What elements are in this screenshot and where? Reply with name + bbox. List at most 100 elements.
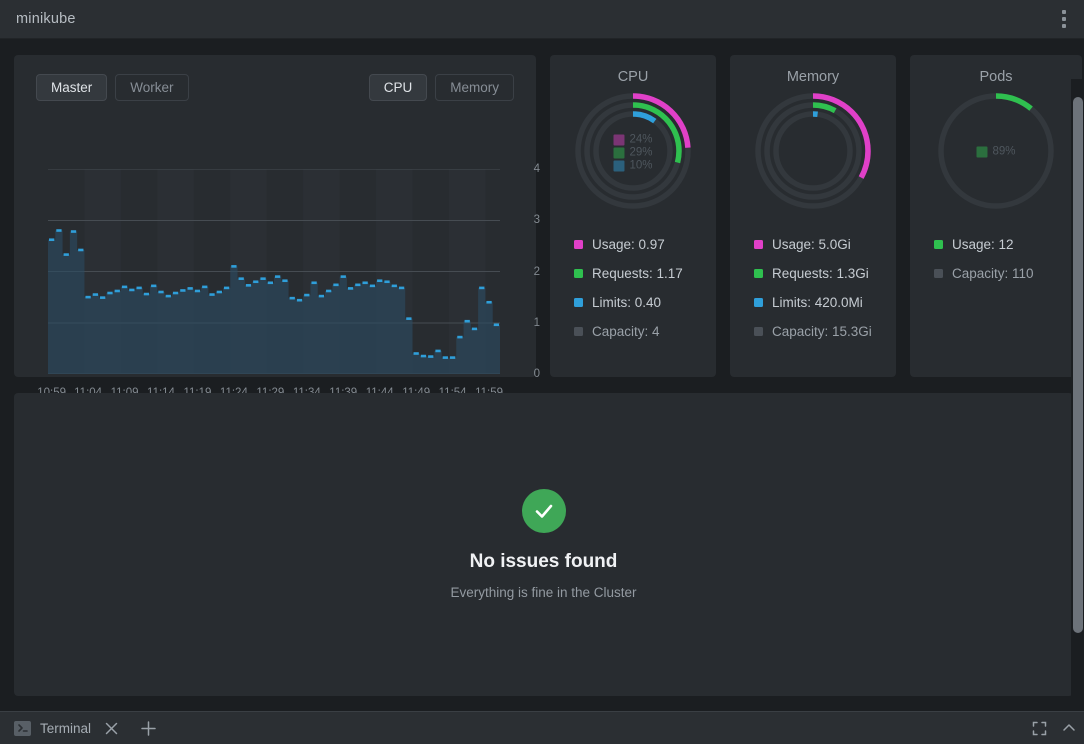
dashboard-content: Master Worker CPU Memory 01234 10:5911:0… (0, 39, 1084, 744)
metric-legend-row: Capacity: 15.3Gi (754, 324, 896, 339)
pods-donut-chart: 89% (936, 91, 1056, 211)
metric-legend-swatch (754, 298, 763, 307)
terminal-bar: Terminal (0, 711, 1084, 744)
close-glyph (105, 722, 117, 734)
metric-card-cpu: CPU 24% 29% 10% Usage: 0.97 Requests: 1.17 L… (550, 55, 716, 377)
plot-canvas (48, 169, 500, 374)
metric-legend-row: Requests: 1.17 (574, 266, 716, 281)
metric-legend-swatch (754, 327, 763, 336)
plot-y-tick: 0 (533, 368, 540, 380)
metric-legend-row: Requests: 1.3Gi (754, 266, 896, 281)
metric-legend-swatch (574, 298, 583, 307)
metric-legend-label: Limits: 0.40 (592, 295, 662, 310)
metric-legend-swatch (574, 240, 583, 249)
terminal-tab-label: Terminal (40, 720, 92, 736)
donut-inner-legend-row: 89% (976, 145, 1016, 158)
metric-legend-row: Usage: 0.97 (574, 237, 716, 252)
plot-y-tick: 4 (533, 163, 540, 175)
metric-type-button-cpu[interactable]: CPU (368, 73, 428, 101)
metric-legend-row: Usage: 5.0Gi (754, 237, 896, 252)
donut-inner-legend: 89% (976, 145, 1016, 158)
issues-title: No issues found (469, 551, 618, 572)
metric-legend-label: Limits: 420.0Mi (772, 295, 863, 310)
check-circle-icon (521, 489, 566, 533)
metric-legend-swatch (934, 269, 943, 278)
donut-svg (755, 93, 871, 209)
kebab-dot (1062, 17, 1066, 21)
window-titlebar: minikube (0, 0, 1084, 39)
metric-legend: Usage: 5.0Gi Requests: 1.3Gi Limits: 420.0… (730, 237, 896, 339)
terminal-prompt-icon (14, 720, 31, 736)
metrics-row: Master Worker CPU Memory 01234 10:5911:0… (14, 55, 1082, 399)
check-glyph (535, 504, 552, 518)
metric-legend-swatch (934, 240, 943, 249)
plus-glyph (140, 720, 156, 736)
metric-legend-swatch (574, 269, 583, 278)
metric-legend-label: Capacity: 4 (592, 324, 660, 339)
donut-inner-legend-row: 29% (613, 146, 653, 159)
vertical-scrollbar[interactable] (1071, 79, 1084, 744)
issues-panel: No issues found Everything is fine in th… (14, 393, 1073, 696)
kebab-dot (1062, 10, 1066, 14)
metric-card-memory: Memory Usage: 5.0Gi Requests: 1.3Gi Limits… (730, 55, 896, 377)
donut-inner-legend-label: 10% (629, 159, 653, 172)
donut-inner-legend-label: 89% (992, 145, 1016, 158)
metric-legend-swatch (754, 269, 763, 278)
metric-card-pods: Pods 89% Usage: 12 Capacity: 110 (910, 55, 1082, 377)
donut-inner-legend-label: 29% (629, 146, 653, 159)
metric-legend-label: Usage: 5.0Gi (772, 237, 851, 252)
window-title: minikube (16, 11, 76, 27)
metric-card-title: Memory (786, 69, 840, 85)
metric-legend: Usage: 12 Capacity: 110 (910, 237, 1082, 281)
node-role-button-group: Master Worker (36, 73, 189, 101)
donut-inner-legend-label: 24% (629, 133, 653, 146)
donut-inner-legend-row: 24% (613, 133, 653, 146)
plot-y-tick: 1 (533, 316, 540, 329)
fullscreen-icon[interactable] (1024, 712, 1054, 744)
donut-inner-legend: 24% 29% 10% (613, 133, 653, 172)
metric-legend-label: Usage: 0.97 (592, 237, 665, 252)
cpu-timeseries-plot: 01234 10:5911:0411:0911:1411:1911:2411:2… (34, 159, 540, 399)
metric-legend-label: Requests: 1.3Gi (772, 266, 869, 281)
issues-subtitle: Everything is fine in the Cluster (450, 585, 637, 600)
kebab-dot (1062, 24, 1066, 28)
prompt-glyph (17, 724, 28, 732)
plot-svg (48, 169, 500, 374)
chevron-up-icon[interactable] (1054, 712, 1084, 744)
kebab-menu-icon[interactable] (1044, 0, 1084, 39)
donut-inner-legend-swatch (613, 147, 625, 159)
node-role-button-worker[interactable]: Worker (115, 73, 189, 101)
metric-legend-label: Requests: 1.17 (592, 266, 683, 281)
metric-legend-label: Usage: 12 (952, 237, 1014, 252)
chevron-up-glyph (1063, 724, 1075, 731)
donut-inner-legend-swatch (613, 134, 625, 146)
memory-donut-chart (753, 91, 873, 211)
plot-y-tick: 2 (533, 265, 540, 278)
metric-legend-row: Limits: 0.40 (574, 295, 716, 310)
donut-inner-legend-row: 10% (613, 159, 653, 172)
donut-inner-legend-swatch (613, 160, 625, 172)
plot-y-axis: 0 1 2 3 4 (514, 163, 540, 380)
metric-type-button-memory[interactable]: Memory (435, 73, 514, 101)
metric-legend-swatch (754, 240, 763, 249)
cpu-donut-chart: 24% 29% 10% (573, 91, 693, 211)
metric-legend-row: Usage: 12 (934, 237, 1082, 252)
plot-y-tick: 3 (533, 214, 540, 227)
fullscreen-glyph (1032, 721, 1046, 735)
metric-legend-row: Capacity: 110 (934, 266, 1082, 281)
terminal-tab[interactable]: Terminal (14, 720, 92, 736)
node-role-button-master[interactable]: Master (36, 73, 108, 101)
metric-legend-swatch (574, 327, 583, 336)
metric-legend-row: Limits: 420.0Mi (754, 295, 896, 310)
donut-inner-legend-swatch (976, 145, 988, 157)
metric-type-button-group: CPU Memory (368, 73, 514, 101)
plus-icon[interactable] (137, 717, 159, 739)
metric-card-title: CPU (617, 69, 649, 85)
vertical-scrollbar-thumb[interactable] (1073, 97, 1083, 633)
close-icon[interactable] (101, 718, 121, 738)
metric-legend: Usage: 0.97 Requests: 1.17 Limits: 0.40 Cap… (550, 237, 716, 339)
metric-legend-row: Capacity: 4 (574, 324, 716, 339)
metric-legend-label: Capacity: 110 (952, 266, 1034, 281)
node-metrics-chart-card: Master Worker CPU Memory 01234 10:5911:0… (14, 55, 540, 399)
issues-panel-body: No issues found Everything is fine in th… (450, 489, 637, 600)
